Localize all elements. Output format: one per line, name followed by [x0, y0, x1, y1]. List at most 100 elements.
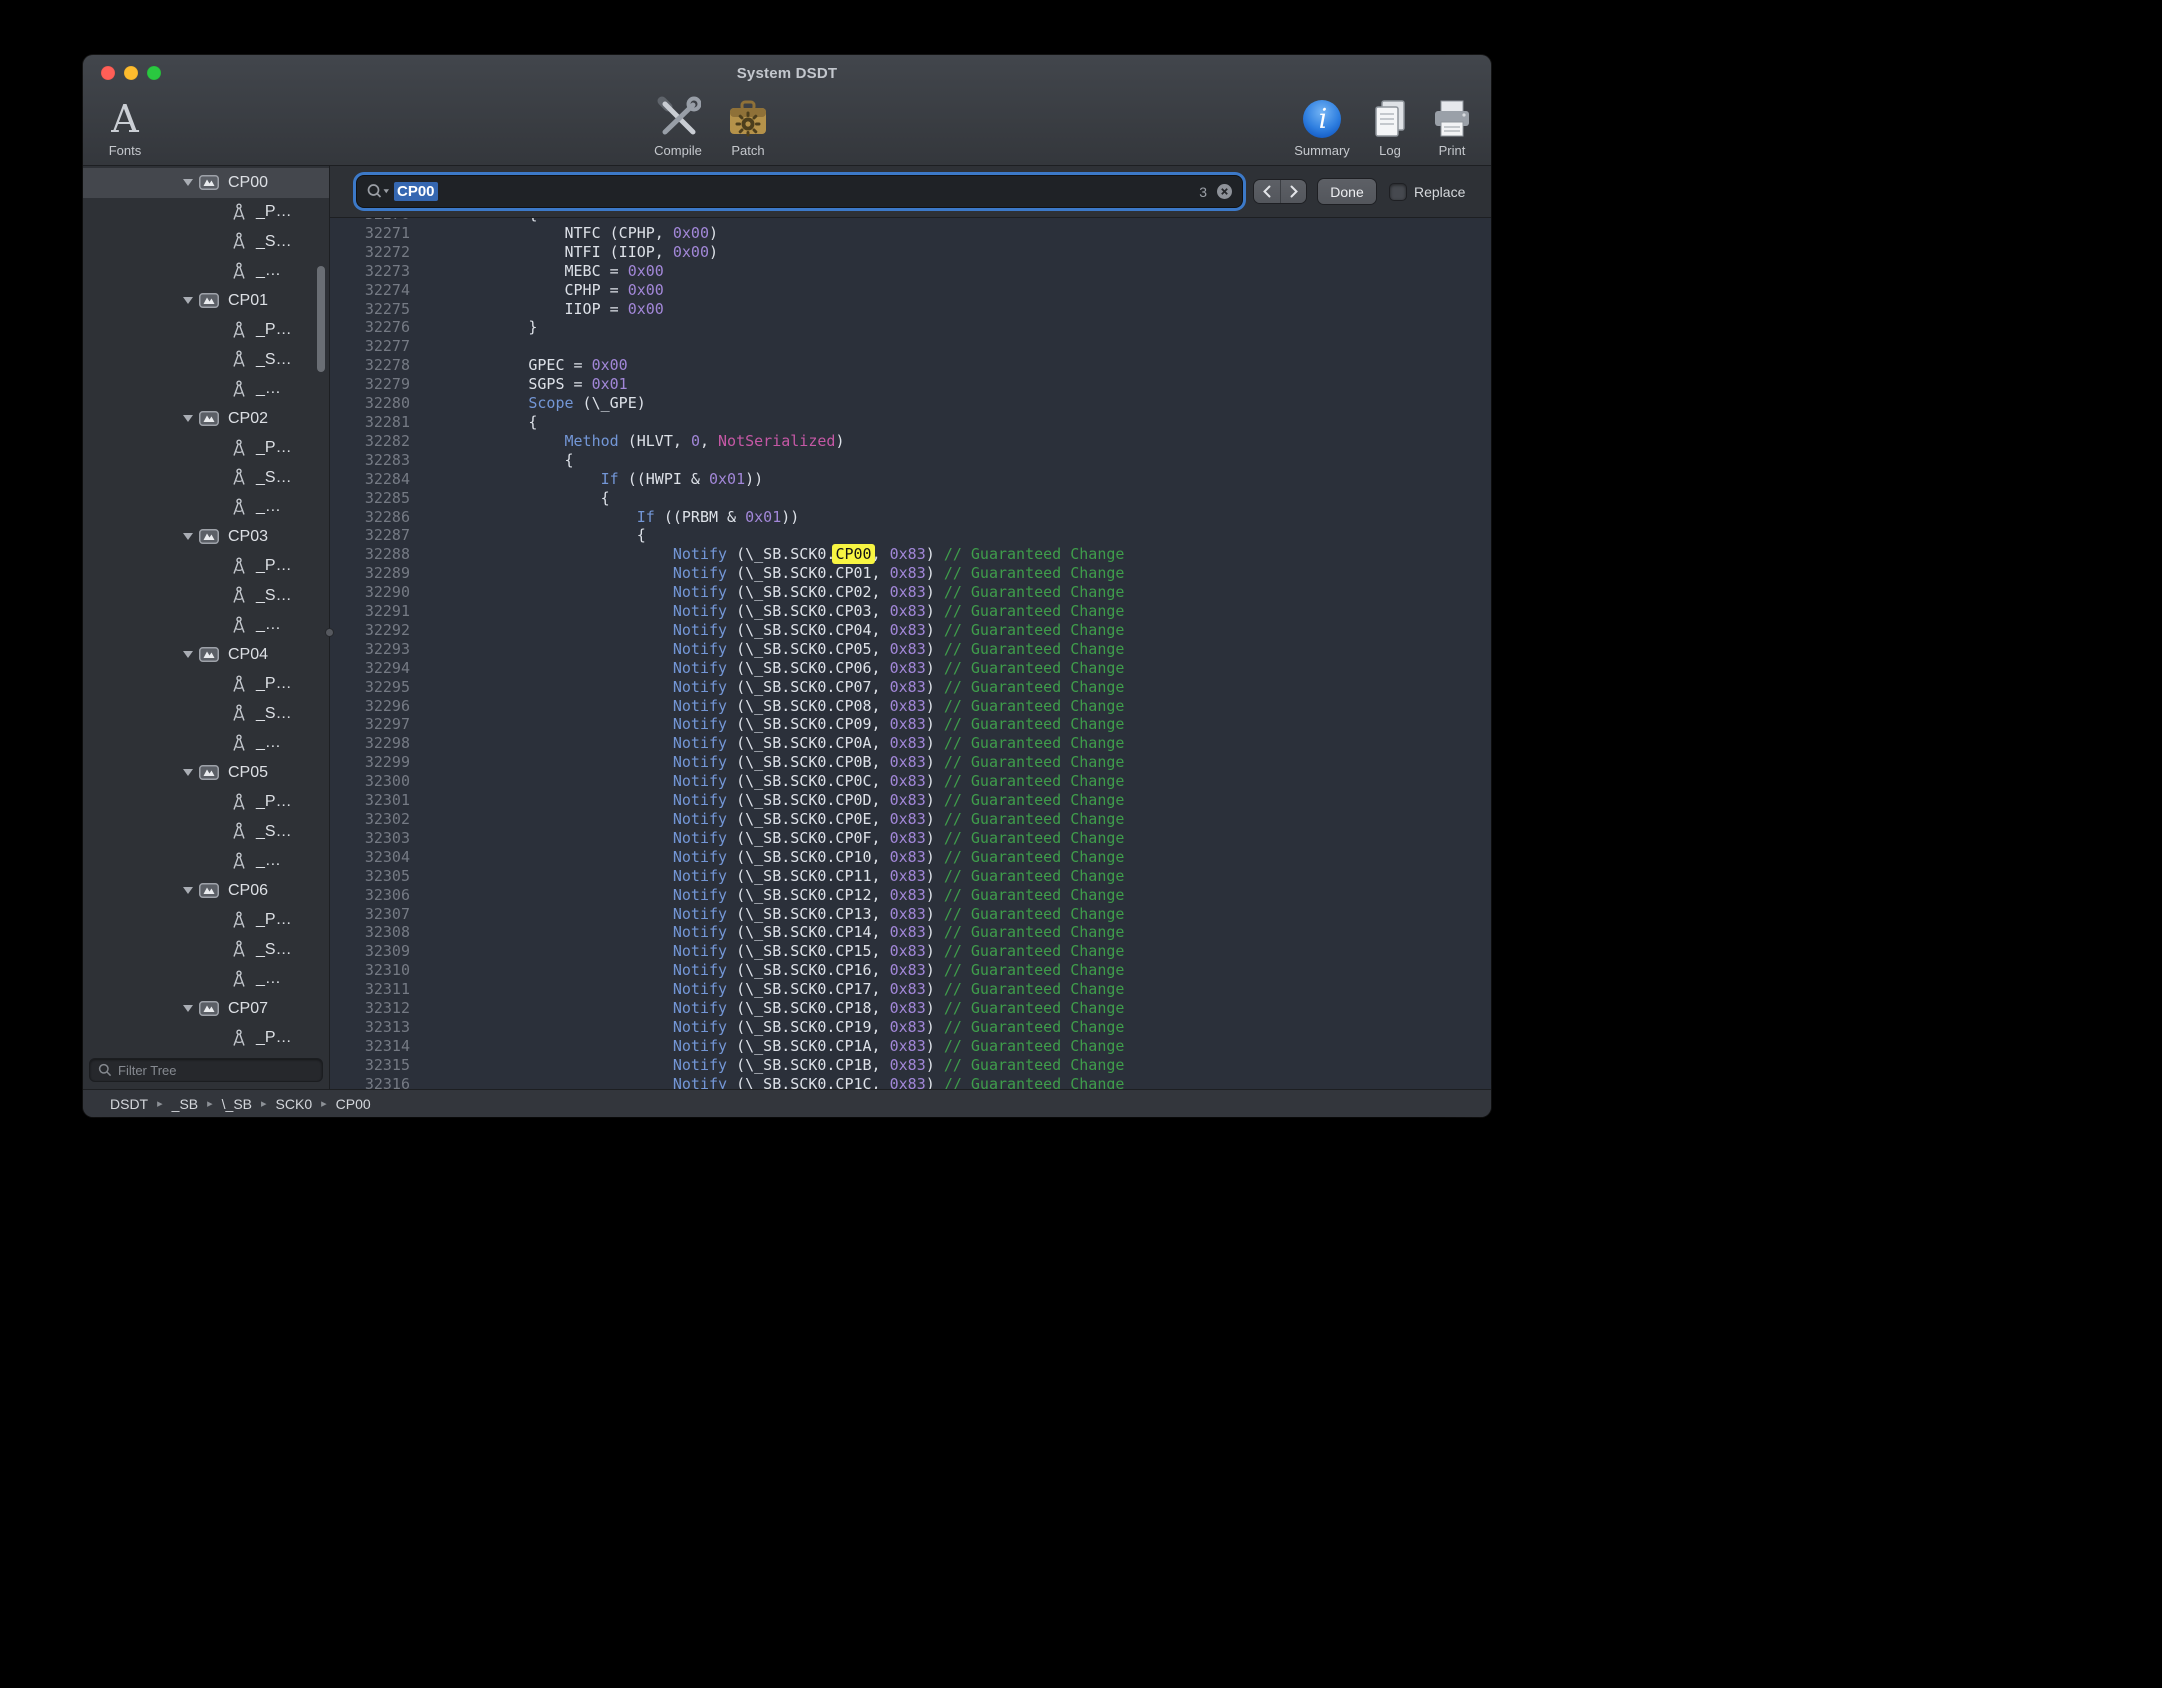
- tree-child-item[interactable]: _…: [83, 965, 329, 995]
- done-button[interactable]: Done: [1318, 179, 1376, 204]
- disclosure-triangle-icon[interactable]: [183, 769, 199, 776]
- code-text: Notify (\_SB.SCK0.CP0E, 0x83) // Guarant…: [410, 810, 1124, 829]
- method-icon: [231, 262, 247, 281]
- sidebar-tree: CP00_P…_S…_…CP01_P…_S…_…CP02_P…_S…_…CP03…: [83, 166, 329, 1055]
- code-line: 32314 Notify (\_SB.SCK0.CP1A, 0x83) // G…: [330, 1037, 1491, 1056]
- tree-item-label: _…: [256, 970, 281, 988]
- minimize-button[interactable]: [124, 66, 138, 80]
- disclosure-triangle-icon[interactable]: [183, 533, 199, 540]
- method-icon: [231, 586, 247, 605]
- breadcrumb-item[interactable]: CP00: [336, 1096, 371, 1112]
- tree-child-item[interactable]: _S…: [83, 699, 329, 729]
- tree-item-cp06[interactable]: CP06: [83, 876, 329, 906]
- tree-item-label: _P…: [256, 439, 292, 457]
- tree-item-cp00[interactable]: CP00: [83, 168, 329, 198]
- tree-item-cp04[interactable]: CP04: [83, 640, 329, 670]
- breadcrumb-item[interactable]: _SB: [172, 1096, 198, 1112]
- tree-child-item[interactable]: _P…: [83, 552, 329, 582]
- log-button[interactable]: Log: [1365, 93, 1415, 158]
- tree-child-item[interactable]: _S…: [83, 817, 329, 847]
- summary-label: Summary: [1294, 143, 1350, 158]
- tree-child-item[interactable]: _P…: [83, 316, 329, 346]
- tree-item-label: CP05: [228, 764, 268, 782]
- disclosure-triangle-icon[interactable]: [183, 179, 199, 186]
- code-text: Notify (\_SB.SCK0.CP18, 0x83) // Guarant…: [410, 999, 1124, 1018]
- svg-text:i: i: [1319, 104, 1328, 135]
- tree-child-item[interactable]: _…: [83, 729, 329, 759]
- code-text: NTFI (IIOP, 0x00): [410, 243, 718, 262]
- code-editor[interactable]: 32270 {32271 NTFC (CPHP, 0x00)32272 NTFI…: [330, 218, 1491, 1089]
- compile-label: Compile: [654, 143, 702, 158]
- tree-child-item[interactable]: _P…: [83, 788, 329, 818]
- method-icon: [231, 498, 247, 517]
- code-text: Notify (\_SB.SCK0.CP1C, 0x83) // Guarant…: [410, 1075, 1124, 1089]
- tree-child-item[interactable]: _…: [83, 847, 329, 877]
- tree-child-item[interactable]: _S…: [83, 581, 329, 611]
- tree-item-cp02[interactable]: CP02: [83, 404, 329, 434]
- code-text: {: [410, 451, 574, 470]
- code-text: GPEC = 0x00: [410, 356, 628, 375]
- code-line: 32282 Method (HLVT, 0, NotSerialized): [330, 432, 1491, 451]
- tree-child-item[interactable]: _…: [83, 493, 329, 523]
- tree-item-cp03[interactable]: CP03: [83, 522, 329, 552]
- search-input[interactable]: CP00 3: [357, 176, 1242, 207]
- tree-child-item[interactable]: _S…: [83, 935, 329, 965]
- disclosure-triangle-icon[interactable]: [183, 1005, 199, 1012]
- disclosure-triangle-icon[interactable]: [183, 297, 199, 304]
- tree-item-cp05[interactable]: CP05: [83, 758, 329, 788]
- summary-button[interactable]: i Summary: [1289, 93, 1355, 158]
- close-button[interactable]: [101, 66, 115, 80]
- code-line: 32299 Notify (\_SB.SCK0.CP0B, 0x83) // G…: [330, 753, 1491, 772]
- clear-search-button[interactable]: [1216, 183, 1233, 200]
- code-line: 32292 Notify (\_SB.SCK0.CP04, 0x83) // G…: [330, 621, 1491, 640]
- breadcrumb-item[interactable]: SCK0: [276, 1096, 313, 1112]
- breadcrumb-item[interactable]: \_SB: [222, 1096, 252, 1112]
- search-menu-icon[interactable]: [366, 183, 390, 200]
- code-text: If ((PRBM & 0x01)): [410, 508, 799, 527]
- sidebar-scrollbar[interactable]: [317, 266, 325, 372]
- find-previous-button[interactable]: [1254, 180, 1280, 203]
- method-icon: [231, 439, 247, 458]
- tree-child-item[interactable]: _P…: [83, 434, 329, 464]
- fonts-button[interactable]: A Fonts: [95, 93, 155, 158]
- replace-checkbox[interactable]: [1390, 184, 1406, 200]
- tree-child-item[interactable]: _S…: [83, 345, 329, 375]
- method-icon: [231, 616, 247, 635]
- find-next-button[interactable]: [1280, 180, 1306, 203]
- tree-child-item[interactable]: _P…: [83, 670, 329, 700]
- method-icon: [231, 321, 247, 340]
- print-button[interactable]: Print: [1425, 93, 1479, 158]
- disclosure-triangle-icon[interactable]: [183, 415, 199, 422]
- method-icon: [231, 852, 247, 871]
- code-line: 32313 Notify (\_SB.SCK0.CP19, 0x83) // G…: [330, 1018, 1491, 1037]
- titlebar[interactable]: System DSDT: [83, 55, 1491, 91]
- tree-item-label: CP00: [228, 174, 268, 192]
- tree-child-item[interactable]: _P…: [83, 906, 329, 936]
- breadcrumb-item[interactable]: DSDT: [110, 1096, 148, 1112]
- disclosure-triangle-icon[interactable]: [183, 887, 199, 894]
- code-text: Notify (\_SB.SCK0.CP16, 0x83) // Guarant…: [410, 961, 1124, 980]
- compile-button[interactable]: Compile: [643, 93, 713, 158]
- tree-item-label: _S…: [256, 941, 292, 959]
- zoom-button[interactable]: [147, 66, 161, 80]
- tree-child-item[interactable]: _P…: [83, 198, 329, 228]
- line-number: 32298: [330, 734, 410, 753]
- splitter-handle[interactable]: [325, 628, 334, 637]
- filter-tree-input[interactable]: Filter Tree: [89, 1058, 323, 1082]
- tree-child-item[interactable]: _S…: [83, 463, 329, 493]
- tree-item-label: _P…: [256, 557, 292, 575]
- tree-item-cp01[interactable]: CP01: [83, 286, 329, 316]
- disclosure-triangle-icon[interactable]: [183, 651, 199, 658]
- line-number: 32282: [330, 432, 410, 451]
- tree-child-item[interactable]: _S…: [83, 227, 329, 257]
- code-text: }: [410, 318, 537, 337]
- tree-child-item[interactable]: _…: [83, 611, 329, 641]
- tree-child-item[interactable]: _…: [83, 257, 329, 287]
- tree-item-cp07[interactable]: CP07: [83, 994, 329, 1024]
- line-number: 32295: [330, 678, 410, 697]
- tree-child-item[interactable]: _P…: [83, 1024, 329, 1054]
- patch-button[interactable]: Patch: [717, 93, 779, 158]
- code-content: 32270 {32271 NTFC (CPHP, 0x00)32272 NTFI…: [330, 218, 1491, 1089]
- breadcrumb: DSDT▸_SB▸\_SB▸SCK0▸CP00: [83, 1089, 1491, 1117]
- tree-child-item[interactable]: _…: [83, 375, 329, 405]
